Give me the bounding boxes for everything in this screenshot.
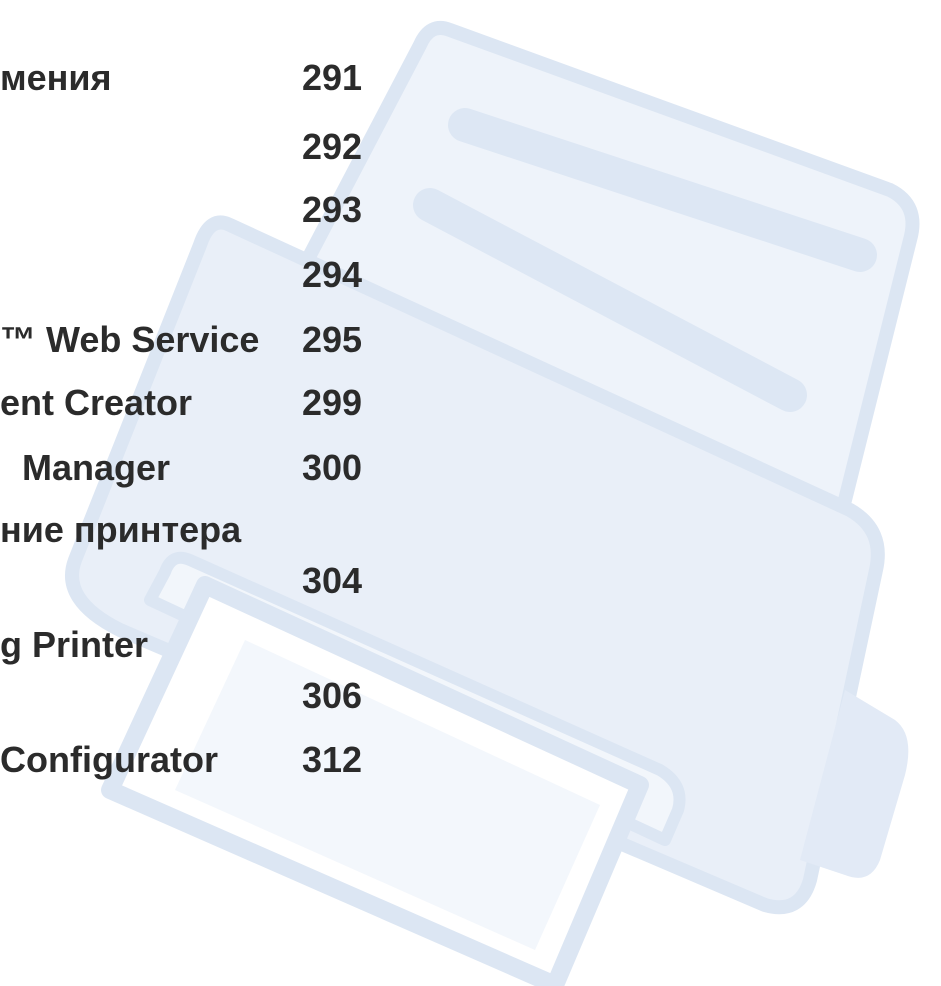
toc-item-page[interactable]: 300 — [302, 448, 362, 488]
toc-item-title[interactable]: Configurator — [0, 740, 218, 780]
toc-item-page[interactable]: 295 — [302, 320, 362, 360]
toc-item-page[interactable]: 294 — [302, 255, 362, 295]
toc-page: мения 291 292 293 294 ™ Web Service 295 … — [0, 0, 941, 986]
toc-item-title[interactable]: мения — [0, 58, 112, 98]
toc-item-title[interactable]: ™ Web Service — [0, 320, 259, 360]
table-of-contents: мения 291 292 293 294 ™ Web Service 295 … — [0, 0, 941, 986]
toc-item-page[interactable]: 306 — [302, 676, 362, 716]
toc-item-page[interactable]: 304 — [302, 561, 362, 601]
toc-item-page[interactable]: 292 — [302, 127, 362, 167]
toc-item-page[interactable]: 299 — [302, 383, 362, 423]
toc-item-page[interactable]: 293 — [302, 190, 362, 230]
toc-item-page[interactable]: 291 — [302, 58, 362, 98]
toc-item-title[interactable]: ent Creator — [0, 383, 192, 423]
toc-item-page[interactable]: 312 — [302, 740, 362, 780]
toc-item-title[interactable]: Manager — [22, 448, 170, 488]
toc-item-title[interactable]: ние принтера — [0, 510, 241, 550]
toc-item-title[interactable]: g Printer — [0, 625, 148, 665]
